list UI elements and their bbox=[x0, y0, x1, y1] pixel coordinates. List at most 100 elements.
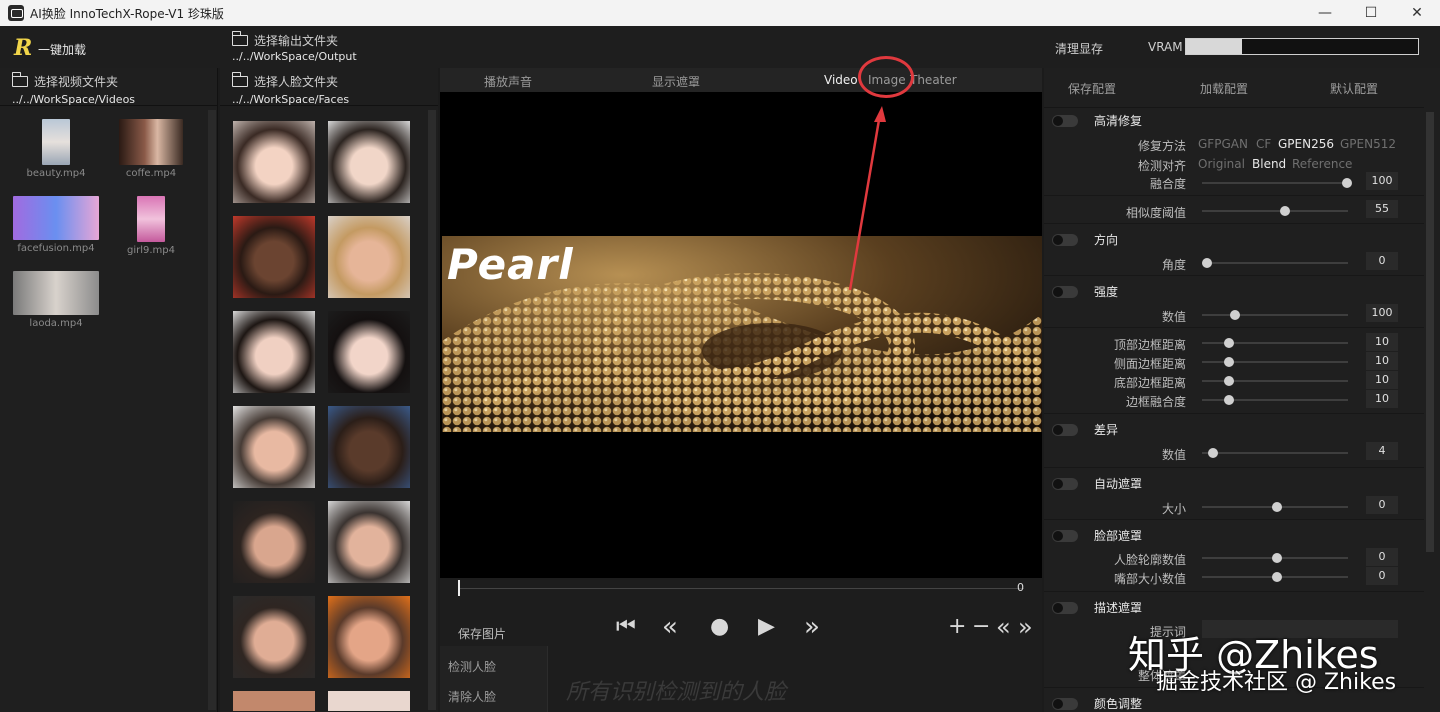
strength-value[interactable]: 100 bbox=[1366, 304, 1398, 322]
auto-mask-size-slider[interactable] bbox=[1202, 502, 1348, 512]
method-cf[interactable]: CF bbox=[1256, 137, 1271, 151]
video-thumb-facefusion[interactable]: facefusion.mp4 bbox=[12, 196, 100, 254]
auto-mask-toggle[interactable] bbox=[1052, 478, 1078, 490]
method-gfpgan[interactable]: GFPGAN bbox=[1198, 137, 1248, 151]
face-thumbnail[interactable] bbox=[233, 596, 315, 678]
close-button[interactable]: ✕ bbox=[1394, 0, 1440, 26]
face-thumbnail[interactable] bbox=[233, 121, 315, 203]
auto-mask-size-value[interactable]: 0 bbox=[1366, 496, 1398, 514]
face-thumbnail[interactable] bbox=[328, 311, 410, 393]
align-reference[interactable]: Reference bbox=[1292, 157, 1352, 171]
settings-scrollbar[interactable] bbox=[1426, 112, 1434, 552]
slider-thumb[interactable] bbox=[1272, 502, 1282, 512]
strength-toggle[interactable] bbox=[1052, 286, 1078, 298]
contour-value[interactable]: 0 bbox=[1366, 548, 1398, 566]
fast-forward-icon[interactable]: » bbox=[804, 614, 820, 640]
slider-thumb[interactable] bbox=[1272, 572, 1282, 582]
timeline[interactable]: 0 bbox=[440, 578, 1042, 598]
face-thumbnail[interactable] bbox=[233, 216, 315, 298]
slider-thumb[interactable] bbox=[1230, 310, 1240, 320]
bottom-border-value[interactable]: 10 bbox=[1366, 371, 1398, 389]
slider-thumb[interactable] bbox=[1208, 448, 1218, 458]
save-image-button[interactable]: 保存图片 bbox=[458, 625, 506, 642]
timeline-track[interactable] bbox=[458, 588, 1024, 589]
video-thumb-coffe[interactable]: coffe.mp4 bbox=[116, 119, 186, 179]
toggle-audio-button[interactable]: 播放声音 bbox=[484, 73, 532, 90]
contour-slider[interactable] bbox=[1202, 553, 1348, 563]
play-icon[interactable]: ▶ bbox=[758, 616, 775, 638]
top-border-value[interactable]: 10 bbox=[1366, 333, 1398, 351]
threshold-slider[interactable] bbox=[1202, 206, 1348, 216]
strength-slider[interactable] bbox=[1202, 310, 1348, 320]
threshold-value[interactable]: 55 bbox=[1366, 200, 1398, 218]
face-thumbnail[interactable] bbox=[233, 501, 315, 583]
maximize-button[interactable]: ☐ bbox=[1348, 0, 1394, 26]
video-thumb-laoda[interactable]: laoda.mp4 bbox=[12, 271, 100, 329]
slider-thumb[interactable] bbox=[1202, 258, 1212, 268]
add-marker-icon[interactable]: + bbox=[948, 616, 966, 638]
face-panel-scrollbar[interactable] bbox=[428, 110, 436, 710]
video-panel-scrollbar[interactable] bbox=[208, 110, 216, 710]
blend-slider[interactable] bbox=[1202, 178, 1352, 188]
mouth-value[interactable]: 0 bbox=[1366, 567, 1398, 585]
video-thumb-beauty[interactable]: beauty.mp4 bbox=[22, 119, 90, 179]
toggle-mask-button[interactable]: 显示遮罩 bbox=[652, 73, 700, 90]
minimize-button[interactable]: — bbox=[1302, 0, 1348, 26]
face-thumbnail[interactable] bbox=[233, 311, 315, 393]
align-blend[interactable]: Blend bbox=[1252, 157, 1286, 171]
side-border-value[interactable]: 10 bbox=[1366, 352, 1398, 370]
face-thumbnail[interactable] bbox=[328, 596, 410, 678]
blend-value[interactable]: 100 bbox=[1366, 172, 1398, 190]
color-toggle[interactable] bbox=[1052, 698, 1078, 710]
face-thumbnail[interactable] bbox=[328, 691, 410, 711]
face-thumbnail[interactable] bbox=[233, 691, 315, 711]
diff-value[interactable]: 4 bbox=[1366, 442, 1398, 460]
mouth-slider[interactable] bbox=[1202, 572, 1348, 582]
tab-video[interactable]: Video bbox=[824, 73, 858, 87]
detect-faces-button[interactable]: 检测人脸 bbox=[448, 658, 496, 675]
slider-thumb[interactable] bbox=[1224, 395, 1234, 405]
load-config-button[interactable]: 加载配置 bbox=[1200, 80, 1248, 97]
face-mask-toggle[interactable] bbox=[1052, 530, 1078, 542]
face-thumbnail[interactable] bbox=[328, 216, 410, 298]
orientation-toggle[interactable] bbox=[1052, 234, 1078, 246]
select-output-folder-button[interactable]: 选择输出文件夹 bbox=[231, 31, 338, 49]
angle-value[interactable]: 0 bbox=[1366, 252, 1398, 270]
timeline-handle[interactable] bbox=[458, 580, 460, 596]
border-blend-value[interactable]: 10 bbox=[1366, 390, 1398, 408]
top-border-slider[interactable] bbox=[1202, 338, 1348, 348]
face-folder-header[interactable]: 选择人脸文件夹 ../../WorkSpace/Faces bbox=[220, 68, 438, 106]
tab-theater[interactable]: Theater bbox=[910, 73, 957, 87]
save-config-button[interactable]: 保存配置 bbox=[1068, 80, 1116, 97]
angle-slider[interactable] bbox=[1202, 258, 1348, 268]
side-border-slider[interactable] bbox=[1202, 357, 1348, 367]
diff-toggle[interactable] bbox=[1052, 424, 1078, 436]
remove-marker-icon[interactable]: − bbox=[972, 616, 990, 638]
clear-vram-button[interactable]: 清理显存 bbox=[1055, 40, 1103, 57]
load-all-button[interactable]: 一键加载 bbox=[38, 41, 86, 58]
preview-canvas[interactable]: Pearl bbox=[440, 92, 1042, 578]
face-thumbnail[interactable] bbox=[233, 406, 315, 488]
slider-thumb[interactable] bbox=[1224, 376, 1234, 386]
clear-faces-button[interactable]: 清除人脸 bbox=[448, 688, 496, 705]
face-thumbnail[interactable] bbox=[328, 121, 410, 203]
video-folder-header[interactable]: 选择视频文件夹 ../../WorkSpace/Videos bbox=[0, 68, 217, 106]
next-marker-icon[interactable]: » bbox=[1018, 615, 1033, 639]
record-icon[interactable]: ● bbox=[710, 616, 729, 638]
border-blend-slider[interactable] bbox=[1202, 395, 1348, 405]
slider-thumb[interactable] bbox=[1272, 553, 1282, 563]
slider-thumb[interactable] bbox=[1224, 357, 1234, 367]
face-thumbnail[interactable] bbox=[328, 501, 410, 583]
rewind-icon[interactable]: « bbox=[662, 614, 678, 640]
video-thumb-girl9[interactable]: girl9.mp4 bbox=[118, 196, 184, 256]
method-gpen256[interactable]: GPEN256 bbox=[1278, 137, 1334, 151]
align-original[interactable]: Original bbox=[1198, 157, 1245, 171]
prev-marker-icon[interactable]: « bbox=[996, 615, 1011, 639]
slider-thumb[interactable] bbox=[1342, 178, 1352, 188]
restore-toggle[interactable] bbox=[1052, 115, 1078, 127]
slider-thumb[interactable] bbox=[1280, 206, 1290, 216]
skip-to-start-icon[interactable]: ⏮ bbox=[616, 616, 636, 638]
default-config-button[interactable]: 默认配置 bbox=[1330, 80, 1378, 97]
bottom-border-slider[interactable] bbox=[1202, 376, 1348, 386]
describe-mask-toggle[interactable] bbox=[1052, 602, 1078, 614]
